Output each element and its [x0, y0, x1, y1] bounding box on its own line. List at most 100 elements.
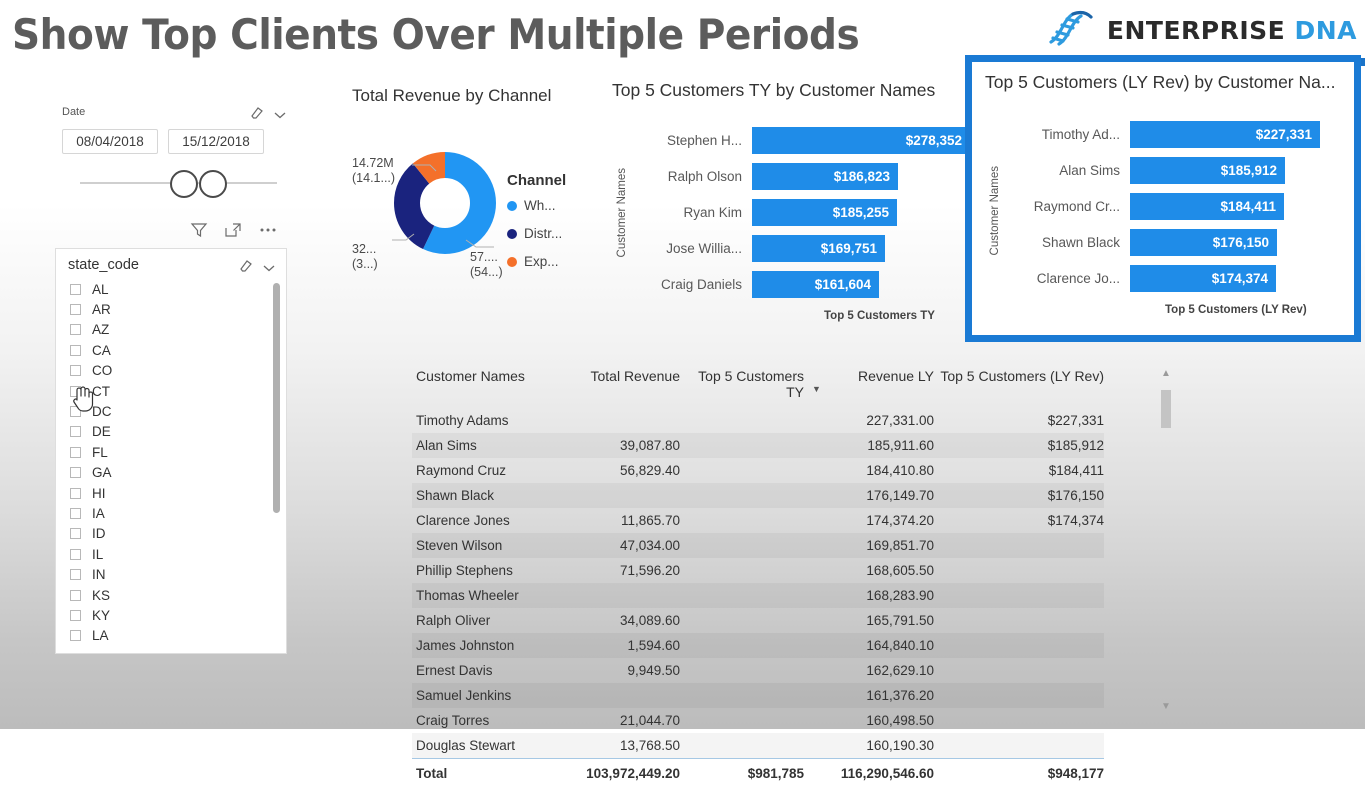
state-slicer-scrollbar[interactable] — [273, 283, 280, 513]
slider-handle-start[interactable] — [170, 170, 198, 198]
bar[interactable]: $278,352 — [752, 127, 970, 154]
table-row[interactable]: James Johnston1,594.60164,840.10 — [412, 633, 1104, 658]
col-header-top5-ty[interactable]: Top 5 Customers TY — [680, 364, 804, 408]
scroll-down-icon[interactable]: ▼ — [1161, 701, 1171, 712]
checkbox[interactable] — [70, 345, 81, 356]
table-row[interactable]: Alan Sims39,087.80185,911.60$185,912 — [412, 433, 1104, 458]
table-row[interactable]: Ralph Oliver34,089.60165,791.50 — [412, 608, 1104, 633]
state-item-fl[interactable]: FL — [70, 442, 286, 462]
bar[interactable]: $185,255 — [752, 199, 897, 226]
checkbox[interactable] — [70, 284, 81, 295]
table-row[interactable]: Shawn Black176,149.70$176,150 — [412, 483, 1104, 508]
table-row[interactable]: Timothy Adams227,331.00$227,331 — [412, 408, 1104, 433]
state-item-ks[interactable]: KS — [70, 585, 286, 605]
filter-icon[interactable] — [190, 222, 208, 243]
donut-legend[interactable]: Channel Wh... Distr... Exp... — [507, 172, 566, 282]
bar[interactable]: $161,604 — [752, 271, 879, 298]
checkbox[interactable] — [70, 365, 81, 376]
bar[interactable]: $169,751 — [752, 235, 885, 262]
state-code-slicer[interactable]: state_code ALARAZCACOCTDCDEFLGAHIIAIDILI… — [55, 248, 287, 654]
customer-revenue-table[interactable]: Customer Names Total Revenue Top 5 Custo… — [412, 364, 1172, 786]
table-scrollbar[interactable]: ▲ ▼ — [1157, 368, 1175, 712]
bar-row[interactable]: Clarence Jo...$174,374 — [1005, 260, 1320, 296]
table-row[interactable]: Douglas Stewart13,768.50160,190.30 — [412, 733, 1104, 759]
checkbox[interactable] — [70, 630, 81, 641]
state-item-la[interactable]: LA — [70, 626, 286, 646]
state-item-de[interactable]: DE — [70, 422, 286, 442]
total-revenue-by-channel-visual[interactable]: Total Revenue by Channel 14.72M (14.1...… — [352, 86, 602, 296]
table-row[interactable]: Thomas Wheeler168,283.90 — [412, 583, 1104, 608]
scroll-thumb[interactable] — [1161, 390, 1171, 428]
chevron-down-icon[interactable] — [262, 260, 276, 270]
date-range-slider[interactable] — [62, 160, 287, 206]
state-item-ar[interactable]: AR — [70, 299, 286, 319]
checkbox[interactable] — [70, 324, 81, 335]
checkbox[interactable] — [70, 386, 81, 397]
table-row[interactable]: Clarence Jones11,865.70174,374.20$174,37… — [412, 508, 1104, 533]
state-item-al[interactable]: AL — [70, 279, 286, 299]
bar[interactable]: $227,331 — [1130, 121, 1320, 148]
state-item-az[interactable]: AZ — [70, 320, 286, 340]
checkbox[interactable] — [70, 549, 81, 560]
top5-customers-ty-visual[interactable]: Top 5 Customers TY by Customer Names Cus… — [612, 80, 972, 330]
legend-item-export[interactable]: Exp... — [507, 254, 566, 269]
date-slicer[interactable]: Date 08/04/2018 15/12/2018 — [62, 105, 287, 206]
state-item-dc[interactable]: DC — [70, 401, 286, 421]
state-item-il[interactable]: IL — [70, 544, 286, 564]
bar[interactable]: $186,823 — [752, 163, 898, 190]
checkbox[interactable] — [70, 467, 81, 478]
donut-chart[interactable] — [390, 148, 500, 258]
checkbox[interactable] — [70, 610, 81, 621]
checkbox[interactable] — [70, 304, 81, 315]
date-start-input[interactable]: 08/04/2018 — [62, 129, 158, 154]
bar-row[interactable]: Timothy Ad...$227,331 — [1005, 116, 1320, 152]
state-item-hi[interactable]: HI — [70, 483, 286, 503]
checkbox[interactable] — [70, 508, 81, 519]
scroll-up-icon[interactable]: ▲ — [1161, 368, 1171, 379]
legend-item-wholesale[interactable]: Wh... — [507, 198, 566, 213]
state-item-ia[interactable]: IA — [70, 503, 286, 523]
checkbox[interactable] — [70, 590, 81, 601]
state-item-ga[interactable]: GA — [70, 463, 286, 483]
eraser-icon[interactable] — [238, 258, 253, 272]
focus-mode-icon[interactable] — [224, 222, 242, 243]
checkbox[interactable] — [70, 569, 81, 580]
table-row[interactable]: Raymond Cruz56,829.40184,410.80$184,411 — [412, 458, 1104, 483]
col-header-top5-ly-rev[interactable]: Top 5 Customers (LY Rev) — [934, 364, 1104, 408]
checkbox[interactable] — [70, 447, 81, 458]
checkbox[interactable] — [70, 406, 81, 417]
state-code-list[interactable]: ALARAZCACOCTDCDEFLGAHIIAIDILINKSKYLA — [56, 277, 286, 646]
bar-row[interactable]: Ryan Kim$185,255 — [632, 194, 970, 230]
bar[interactable]: $184,411 — [1130, 193, 1284, 220]
state-item-ky[interactable]: KY — [70, 605, 286, 625]
bar-row[interactable]: Jose Willia...$169,751 — [632, 230, 970, 266]
state-item-id[interactable]: ID — [70, 524, 286, 544]
table-row[interactable]: Craig Torres21,044.70160,498.50 — [412, 708, 1104, 733]
ly-bar-rows[interactable]: Timothy Ad...$227,331Alan Sims$185,912Ra… — [1005, 116, 1320, 296]
legend-item-distributor[interactable]: Distr... — [507, 226, 566, 241]
table-row[interactable]: Steven Wilson47,034.00169,851.70 — [412, 533, 1104, 558]
bar[interactable]: $174,374 — [1130, 265, 1276, 292]
bar-row[interactable]: Alan Sims$185,912 — [1005, 152, 1320, 188]
bar-row[interactable]: Craig Daniels$161,604 — [632, 266, 970, 302]
eraser-icon[interactable] — [249, 105, 264, 119]
bar-row[interactable]: Ralph Olson$186,823 — [632, 158, 970, 194]
col-header-revenue-ly[interactable]: Revenue LY ▼ — [804, 364, 934, 408]
state-item-ca[interactable]: CA — [70, 340, 286, 360]
more-options-icon[interactable] — [258, 222, 278, 243]
visual-header-tools[interactable] — [190, 222, 278, 243]
bar-row[interactable]: Stephen H...$278,352 — [632, 122, 970, 158]
table-row[interactable]: Ernest Davis9,949.50162,629.10 — [412, 658, 1104, 683]
slider-handle-end[interactable] — [199, 170, 227, 198]
bar-row[interactable]: Raymond Cr...$184,411 — [1005, 188, 1320, 224]
bar[interactable]: $176,150 — [1130, 229, 1277, 256]
state-item-in[interactable]: IN — [70, 564, 286, 584]
chevron-down-icon[interactable] — [273, 107, 287, 117]
bar[interactable]: $185,912 — [1130, 157, 1285, 184]
ty-bar-rows[interactable]: Stephen H...$278,352Ralph Olson$186,823R… — [632, 122, 970, 302]
table-row[interactable]: Samuel Jenkins161,376.20 — [412, 683, 1104, 708]
col-header-customer-names[interactable]: Customer Names — [412, 364, 552, 408]
checkbox[interactable] — [70, 528, 81, 539]
checkbox[interactable] — [70, 488, 81, 499]
state-item-co[interactable]: CO — [70, 361, 286, 381]
